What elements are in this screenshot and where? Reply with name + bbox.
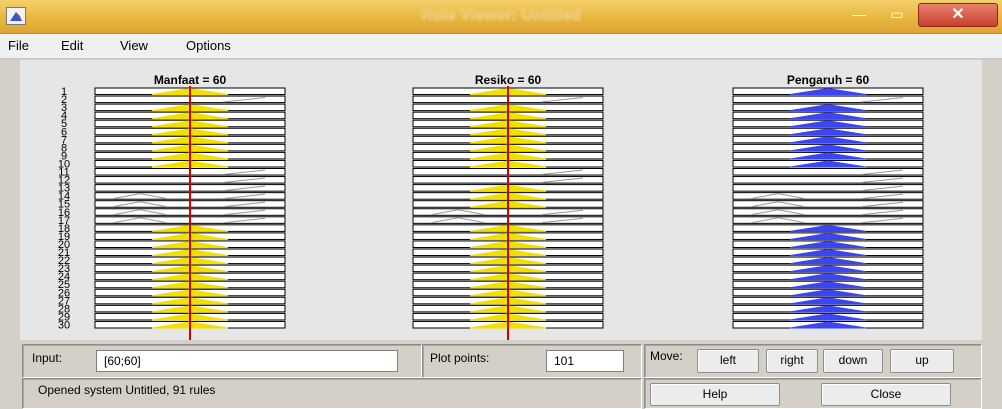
menu-file[interactable]: File — [8, 38, 29, 53]
rule-cell — [732, 176, 924, 184]
menu-view[interactable]: View — [120, 38, 148, 53]
close-window-button[interactable]: ✕ — [918, 3, 998, 27]
column-title: Resiko = 60 — [475, 73, 542, 87]
rule-cell — [732, 184, 924, 192]
plot-points-field[interactable]: 101 — [546, 350, 624, 372]
move-right-button[interactable]: right — [766, 349, 818, 373]
rule-cell — [732, 95, 924, 104]
move-down-button[interactable]: down — [823, 349, 883, 373]
maximize-button[interactable]: ▭ — [878, 3, 916, 25]
minimize-button[interactable]: — — [840, 3, 878, 25]
column-title: Manfaat = 60 — [154, 73, 227, 87]
menu-edit[interactable]: Edit — [61, 38, 83, 53]
menu-options[interactable]: Options — [186, 38, 231, 53]
rule-cell — [732, 216, 924, 224]
close-button[interactable]: Close — [821, 383, 951, 406]
status-text: Opened system Untitled, 91 rules — [38, 383, 216, 397]
menu-bar: File Edit View Options — [0, 34, 1002, 59]
input-label: Input: — [32, 351, 63, 365]
input-field[interactable]: [60;60] — [96, 350, 398, 372]
help-button[interactable]: Help — [650, 383, 780, 406]
rule-plot-area: Manfaat = 60 Resiko = 60 Pengaruh = 60 1 2 3 4… — [20, 60, 982, 342]
rule-cell — [732, 192, 924, 200]
move-up-button[interactable]: up — [890, 349, 954, 373]
rule-cell — [732, 168, 924, 176]
plot-points-label: Plot points: — [430, 351, 490, 365]
rule-cell — [732, 208, 924, 216]
title-bar: Rule Viewer: Untitled — ▭ ✕ — [0, 0, 1002, 34]
control-panel: Input: [60;60] Plot points: 101 Move: le… — [20, 340, 982, 409]
rule-plots[interactable]: Manfaat = 60 Resiko = 60 Pengaruh = 601234… — [20, 60, 982, 342]
move-left-button[interactable]: left — [697, 349, 759, 373]
move-label: Move: — [650, 349, 683, 363]
column-title: Pengaruh = 60 — [787, 73, 870, 87]
rule-cell — [732, 200, 924, 208]
rule-number: 30 — [58, 319, 70, 331]
